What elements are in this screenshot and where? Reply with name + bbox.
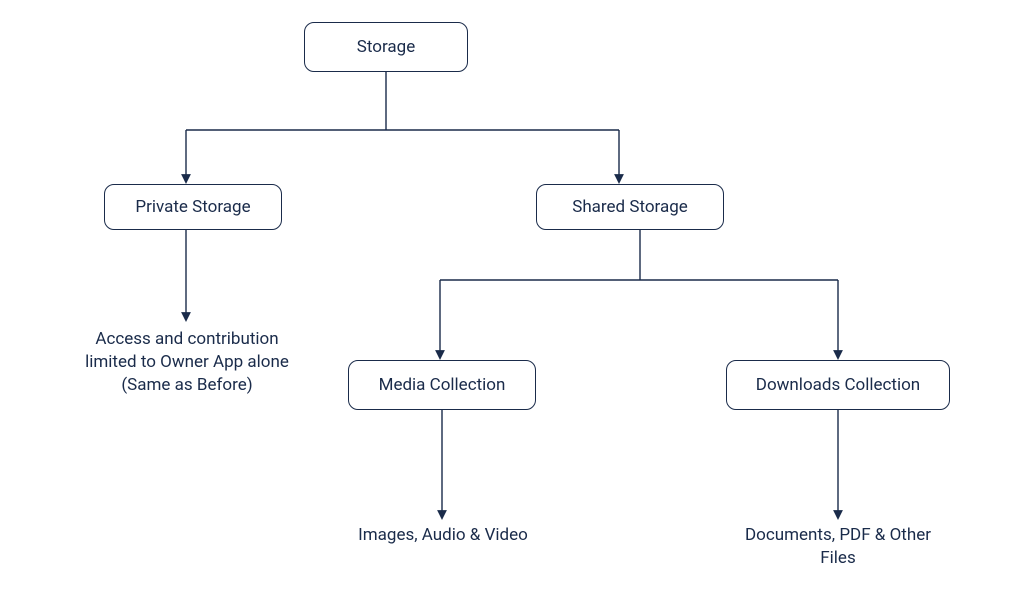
node-shared-storage-label: Shared Storage <box>572 197 688 217</box>
diagram-connectors <box>0 0 1024 608</box>
node-storage-label: Storage <box>357 37 415 57</box>
label-media-note: Images, Audio & Video <box>348 524 538 547</box>
node-private-storage: Private Storage <box>104 184 282 230</box>
node-media-collection: Media Collection <box>348 360 536 410</box>
node-shared-storage: Shared Storage <box>536 184 724 230</box>
node-downloads-collection-label: Downloads Collection <box>756 375 920 395</box>
label-private-note: Access and contribution limited to Owner… <box>82 328 292 397</box>
node-storage: Storage <box>304 22 468 72</box>
node-downloads-collection: Downloads Collection <box>726 360 950 410</box>
label-downloads-note: Documents, PDF & Other Files <box>738 524 938 570</box>
node-private-storage-label: Private Storage <box>135 197 250 217</box>
node-media-collection-label: Media Collection <box>379 375 506 395</box>
